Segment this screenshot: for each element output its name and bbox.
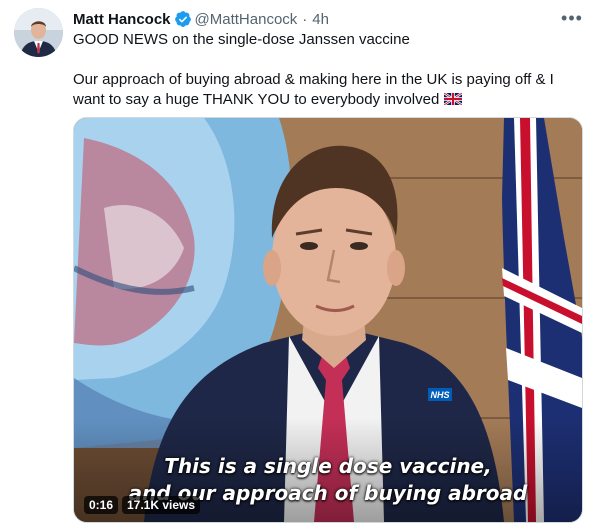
avatar-image [14,8,63,57]
video-views-badge: 17.1K views [122,496,201,514]
nhs-badge-text: NHS [430,390,449,400]
tweet-text-line-1: GOOD NEWS on the single-dose Janssen vac… [73,31,410,48]
video-duration-badge: 0:16 [84,496,119,514]
separator-dot: · [302,10,308,28]
video-caption-line-1: This is a single dose vaccine, [164,454,492,478]
author-handle[interactable]: @MattHancock [195,11,298,28]
tweet-text-line-2-body: Our approach of buying abroad & making h… [73,71,554,108]
tweet-timestamp[interactable]: 4h [312,11,329,28]
author-name[interactable]: Matt Hancock [73,11,171,28]
verified-badge-icon [174,11,191,27]
tweet-text: GOOD NEWS on the single-dose Janssen vac… [73,30,578,110]
tweet-card[interactable]: Matt Hancock @MattHancock · 4h ••• GOOD … [0,0,596,527]
avatar[interactable] [14,8,63,57]
uk-flag-emoji-icon [444,93,463,105]
tweet-header: Matt Hancock @MattHancock · 4h [73,9,329,29]
video-player[interactable]: NHS This is a single dose vaccine, and o… [73,117,583,523]
more-options-icon[interactable]: ••• [560,8,584,28]
tweet-text-line-2: Our approach of buying abroad & making h… [73,70,578,110]
